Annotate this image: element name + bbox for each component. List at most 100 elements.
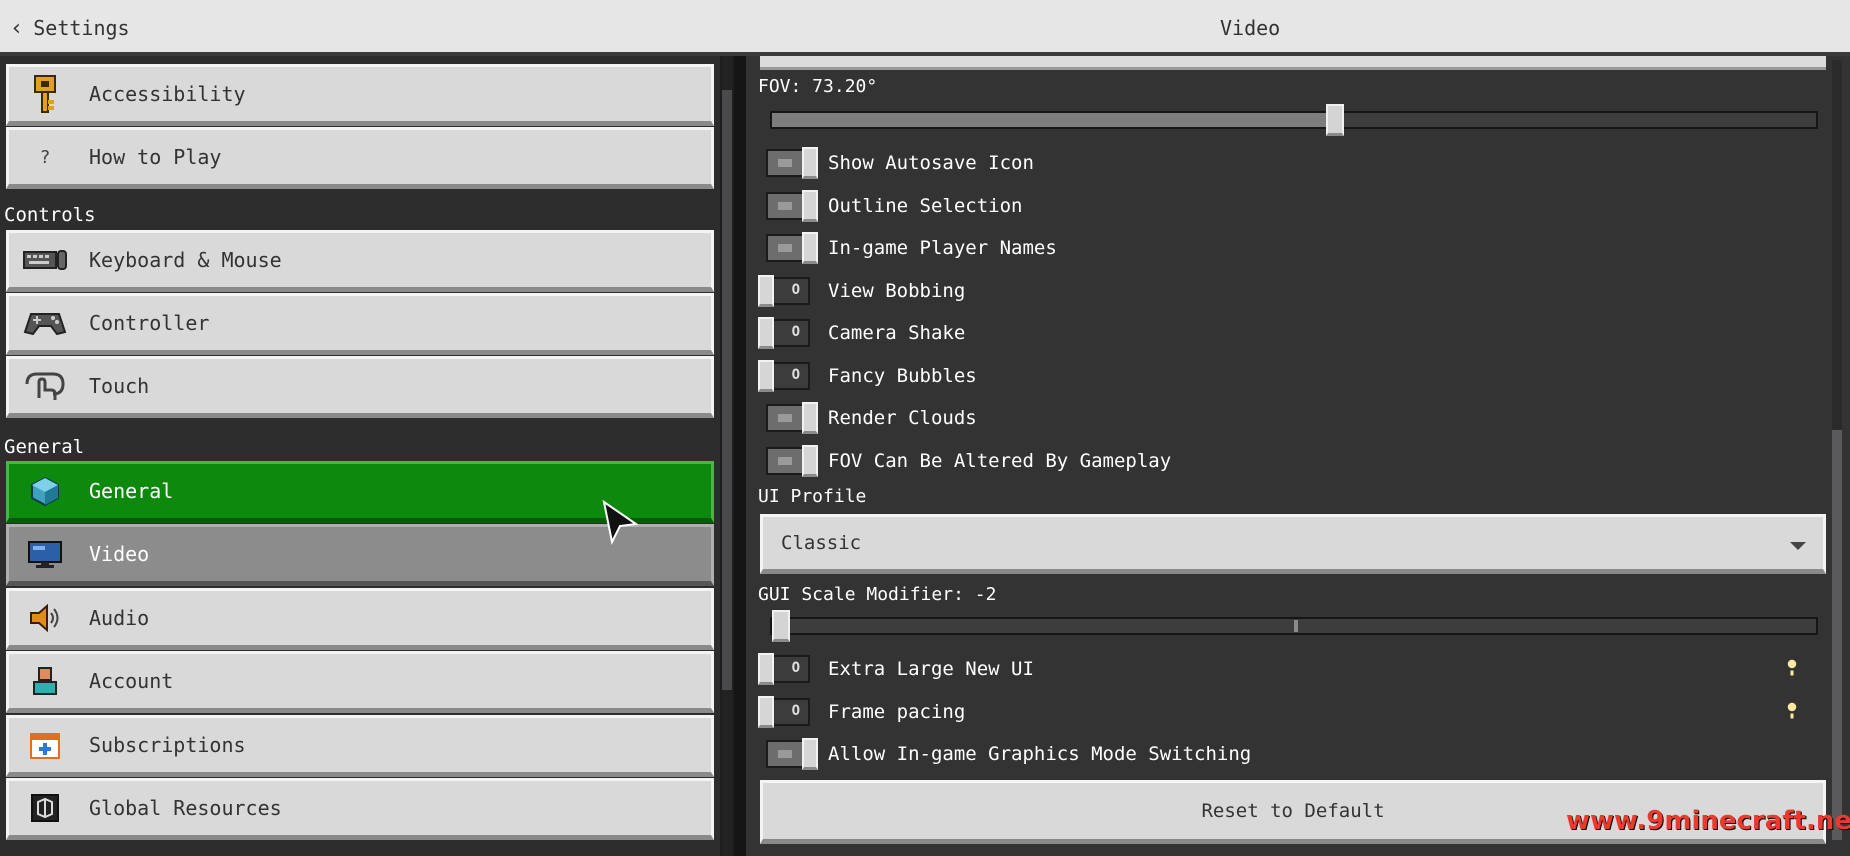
fov-slider-fill — [772, 113, 1335, 127]
toggle-knob[interactable] — [758, 695, 774, 728]
toggle-knob[interactable] — [758, 359, 774, 392]
ui-profile-label: UI Profile — [758, 486, 867, 507]
mouse-cursor-icon — [600, 499, 640, 550]
toggle-row: FOV Can Be Altered By Gameplay — [760, 444, 1171, 478]
toggle-on-indicator — [778, 244, 792, 252]
toggle-on-indicator — [778, 750, 792, 758]
toggle-knob[interactable] — [802, 189, 818, 222]
toggle-knob[interactable] — [758, 317, 774, 349]
toggle-label: Allow In-game Graphics Mode Switching — [828, 743, 1252, 765]
gui-scale-slider[interactable] — [770, 610, 1818, 642]
key-icon — [23, 74, 67, 114]
toggle-on-indicator — [778, 414, 792, 422]
toggle-switch[interactable]: O — [758, 274, 810, 307]
info-icon[interactable] — [1784, 658, 1800, 678]
toggle-knob[interactable] — [802, 402, 818, 434]
toggle-switch[interactable] — [766, 444, 818, 477]
toggle-row: Allow In-game Graphics Mode Switching — [760, 737, 1251, 771]
sidebar-item-account[interactable]: Account — [6, 651, 714, 713]
fov-slider[interactable] — [770, 104, 1818, 136]
toggle-row: Render Clouds — [760, 401, 977, 435]
toggle-label: Extra Large New UI — [828, 658, 1034, 680]
toggle-switch[interactable]: O — [758, 653, 810, 685]
toggle-off-glyph: O — [791, 660, 800, 676]
toggle-switch[interactable]: O — [758, 317, 810, 349]
sidebar-item-touch[interactable]: Touch — [6, 356, 714, 418]
page-title: Video Settings — [1220, 16, 1316, 96]
toggle-label: View Bobbing — [828, 279, 966, 302]
info-icon[interactable] — [1784, 700, 1800, 721]
sidebar-item-label: Keyboard & Mouse — [89, 248, 282, 272]
toggle-off-glyph: O — [791, 324, 800, 340]
controller-icon — [23, 303, 67, 343]
toggle-switch[interactable] — [766, 402, 818, 434]
gui-scale-slider-thumb[interactable] — [772, 610, 790, 642]
toggle-label: FOV Can Be Altered By Gameplay — [828, 449, 1172, 472]
keyboard-mouse-icon — [23, 240, 67, 280]
sidebar-item-label: How to Play — [89, 145, 222, 169]
toggle-label: Camera Shake — [828, 322, 966, 344]
sidebar-item-accessibility[interactable]: Accessibility — [6, 64, 714, 126]
toggle-label: Outline Selection — [828, 194, 1023, 217]
toggle-on-indicator — [778, 201, 792, 210]
toggle-switch[interactable]: O — [758, 359, 810, 392]
sidebar-item-audio[interactable]: Audio — [6, 588, 714, 650]
toggle-knob[interactable] — [802, 232, 818, 264]
chevron-down-icon — [1789, 535, 1807, 557]
section-label-controls: Controls — [4, 204, 96, 226]
toggle-knob[interactable] — [802, 738, 818, 770]
speaker-icon — [23, 598, 67, 638]
sidebar-item-label: Accessibility — [89, 82, 246, 106]
sidebar-item-keyboard-mouse[interactable]: Keyboard & Mouse — [6, 230, 714, 292]
ui-profile-dropdown[interactable]: Classic — [760, 514, 1826, 574]
toggle-knob[interactable] — [758, 274, 774, 307]
sidebar-item-label: General — [89, 479, 174, 503]
toggle-row: O Extra Large New UI — [758, 652, 1034, 686]
touch-icon — [23, 366, 67, 406]
gui-scale-tick — [1294, 620, 1298, 632]
ui-profile-value: Classic — [781, 532, 862, 554]
sidebar-item-label: Audio — [89, 606, 150, 630]
question-icon: ? — [39, 146, 51, 168]
sidebar-item-subscriptions[interactable]: Subscriptions — [6, 715, 714, 777]
toggle-row: In-game Player Names — [760, 231, 1057, 265]
sidebar-item-how-to-play[interactable]: ? How to Play — [6, 127, 714, 189]
toggle-row: Outline Selection — [760, 189, 1022, 223]
toggle-label: Frame pacing — [828, 700, 966, 723]
toggle-switch[interactable] — [766, 738, 818, 770]
toggle-switch[interactable] — [766, 189, 818, 222]
toggle-row: O View Bobbing — [758, 274, 966, 308]
toggle-label: Fancy Bubbles — [828, 364, 977, 387]
calendar-plus-icon — [23, 725, 67, 765]
toggle-switch[interactable] — [766, 147, 818, 179]
toggle-label: In-game Player Names — [828, 237, 1057, 259]
sidebar-item-global-resources[interactable]: Global Resources — [6, 778, 714, 840]
settings-scrollbar-thumb[interactable] — [1832, 430, 1842, 840]
toggle-row: O Camera Shake — [758, 316, 966, 350]
gui-scale-label: GUI Scale Modifier: -2 — [758, 584, 997, 605]
header-bar: ‹ Settings Video Settings — [0, 0, 1850, 96]
toggle-switch[interactable]: O — [758, 695, 810, 728]
sidebar-scrollbar-thumb[interactable] — [722, 90, 732, 690]
sidebar-item-label: Video — [89, 542, 150, 566]
watermark: www.9minecraft.net — [1566, 806, 1850, 836]
toggle-switch[interactable] — [766, 232, 818, 264]
account-icon — [23, 661, 67, 701]
toggle-off-glyph: O — [791, 281, 800, 298]
sidebar-item-controller[interactable]: Controller — [6, 293, 714, 355]
monitor-icon — [23, 534, 67, 574]
resources-icon — [23, 788, 67, 828]
toggle-knob[interactable] — [802, 444, 818, 477]
toggle-off-glyph: O — [791, 702, 800, 719]
toggle-label: Show Autosave Icon — [828, 152, 1034, 174]
sidebar-item-label: Touch — [89, 374, 150, 398]
back-label: Settings — [33, 16, 130, 40]
toggle-row: O Frame pacing — [758, 695, 966, 729]
panel-divider — [734, 56, 746, 856]
toggle-knob[interactable] — [758, 653, 774, 685]
toggle-knob[interactable] — [802, 147, 818, 179]
toggle-off-glyph: O — [791, 366, 800, 383]
chevron-left-icon: ‹ — [10, 15, 24, 41]
fov-slider-thumb[interactable] — [1326, 104, 1344, 136]
back-button[interactable]: ‹ Settings — [10, 14, 130, 42]
